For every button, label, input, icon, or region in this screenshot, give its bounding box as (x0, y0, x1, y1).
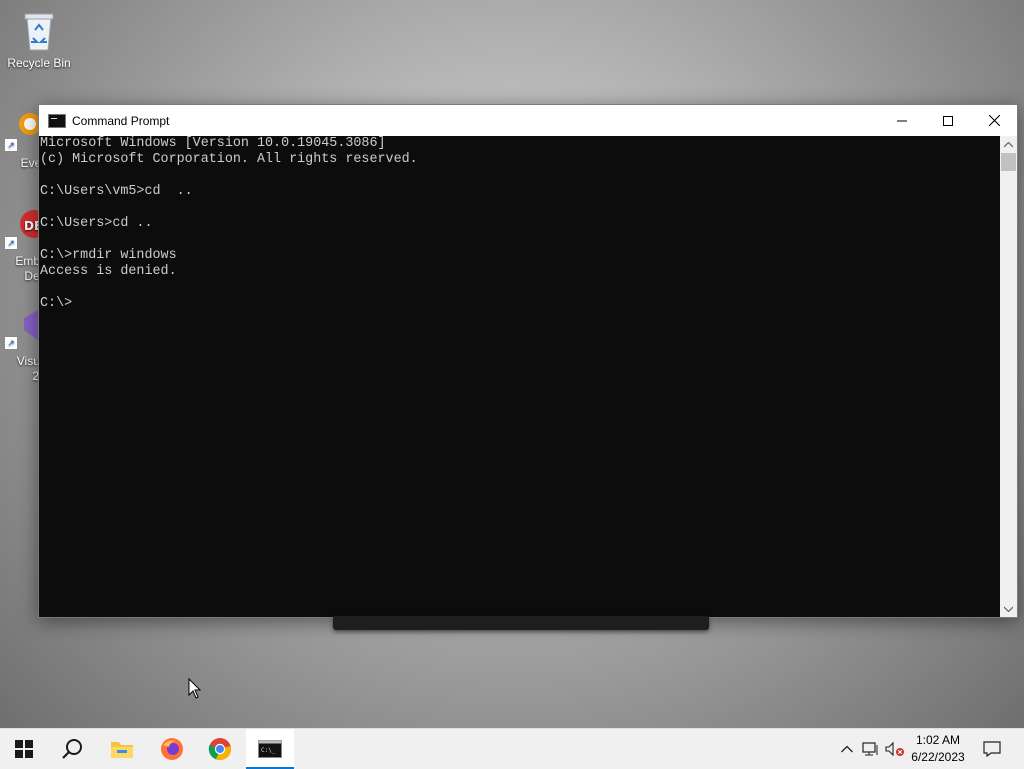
mouse-cursor-icon (188, 677, 202, 705)
shortcut-arrow-icon: ↗ (4, 236, 18, 250)
clock[interactable]: 1:02 AM 6/22/2023 (906, 732, 970, 766)
desktop-icon-recycle-bin[interactable]: Recycle Bin (1, 8, 77, 71)
chrome-icon (208, 738, 231, 761)
chevron-up-icon (841, 745, 853, 753)
windows-logo-icon (15, 740, 33, 758)
svg-text:C:\_: C:\_ (261, 747, 276, 754)
search-button[interactable] (48, 729, 96, 769)
cmd-icon: C:\_ (258, 740, 282, 758)
background-window-edge (333, 616, 709, 630)
volume-tray-button[interactable] (884, 729, 906, 769)
scroll-thumb[interactable] (1001, 153, 1016, 171)
taskbar: C:\_ 1:02 AM 6/22/2023 (0, 728, 1024, 769)
command-prompt-taskbar-button[interactable]: C:\_ (246, 729, 294, 769)
console-text: Microsoft Windows [Version 10.0.19045.30… (40, 136, 418, 311)
folder-icon (111, 742, 133, 758)
vertical-scrollbar[interactable] (1000, 136, 1017, 617)
chevron-up-icon (1004, 141, 1013, 147)
close-icon (988, 115, 1000, 126)
recycle-bin-icon (19, 8, 59, 52)
network-tray-button[interactable] (861, 729, 881, 769)
network-icon (862, 742, 878, 756)
console-output[interactable]: Microsoft Windows [Version 10.0.19045.30… (39, 136, 1000, 617)
cmd-icon (48, 113, 66, 128)
window-title: Command Prompt (72, 113, 170, 128)
firefox-button[interactable] (148, 729, 196, 769)
volume-muted-icon (885, 741, 904, 757)
shortcut-arrow-icon: ↗ (4, 336, 18, 350)
show-hidden-icons-button[interactable] (838, 729, 856, 769)
firefox-icon (161, 738, 183, 760)
file-explorer-button[interactable] (98, 729, 146, 769)
search-icon (62, 739, 82, 759)
maximize-icon (943, 115, 953, 126)
notifications-button[interactable] (978, 729, 1006, 769)
desktop-icon-label: Recycle Bin (7, 56, 71, 70)
minimize-icon (897, 120, 907, 121)
chrome-button[interactable] (196, 729, 244, 769)
start-button[interactable] (0, 729, 48, 769)
clock-time: 1:02 AM (915, 733, 961, 747)
chevron-down-icon (1004, 606, 1013, 612)
clock-date: 6/22/2023 (911, 750, 965, 764)
maximize-button[interactable] (925, 105, 971, 136)
minimize-button[interactable] (879, 105, 925, 136)
notification-icon (983, 741, 1001, 757)
shortcut-arrow-icon: ↗ (4, 138, 18, 152)
close-button[interactable] (971, 105, 1017, 136)
scroll-up-button[interactable] (1000, 136, 1017, 153)
command-prompt-window[interactable]: Command Prompt Microsoft Windows [Versio… (38, 104, 1018, 618)
scroll-down-button[interactable] (1000, 600, 1017, 617)
titlebar[interactable]: Command Prompt (39, 105, 1017, 136)
